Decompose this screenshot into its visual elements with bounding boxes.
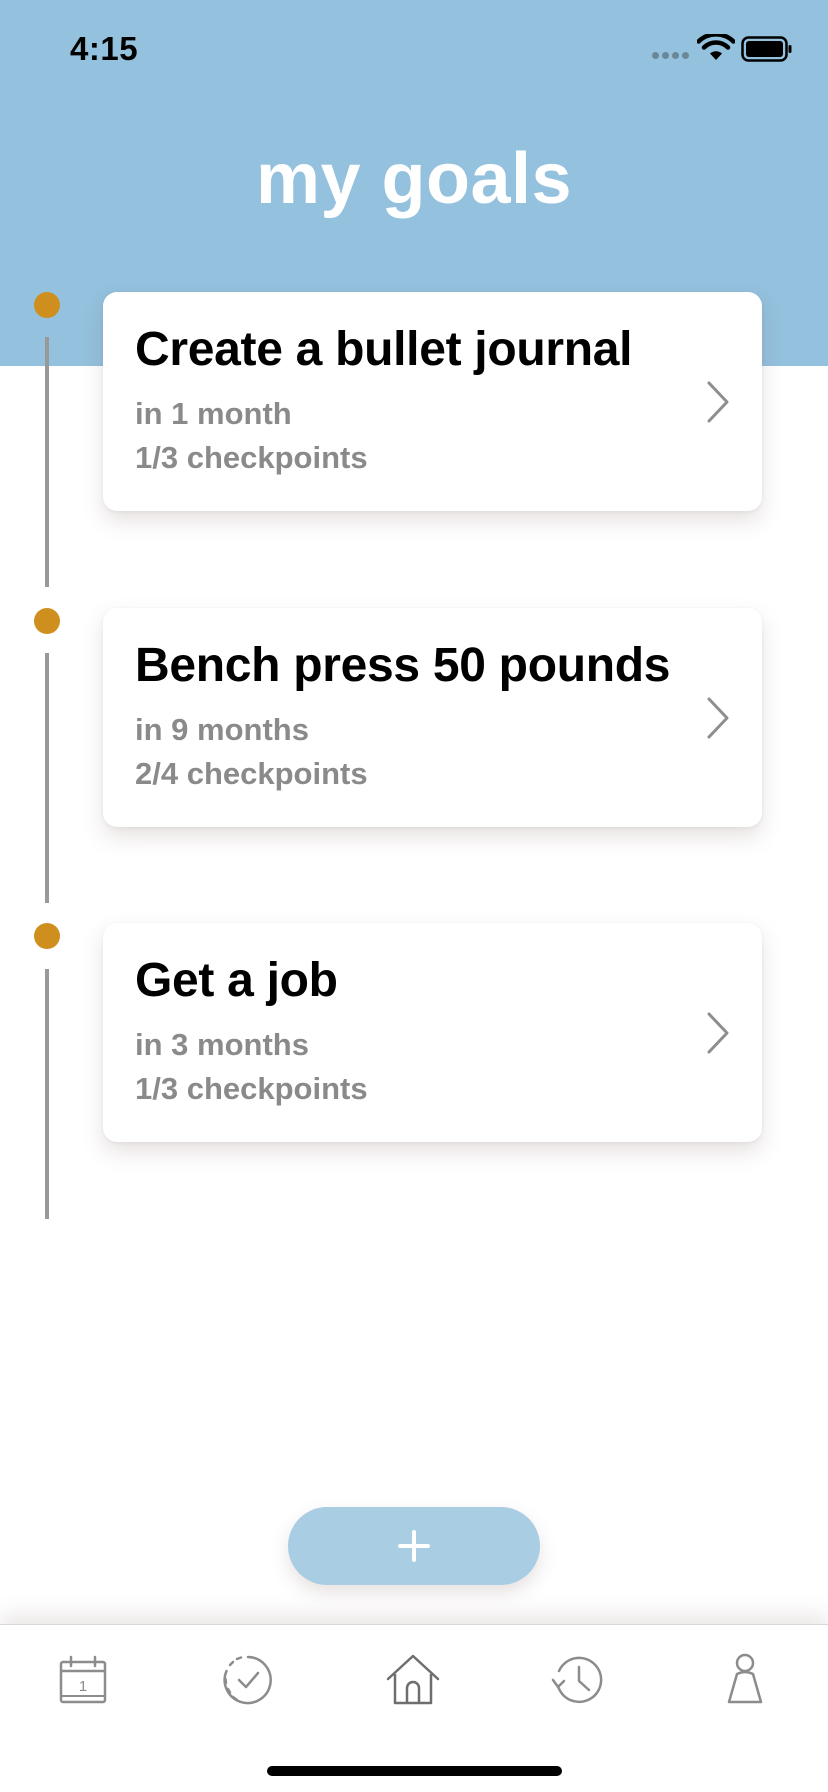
page-title: my goals: [255, 139, 573, 219]
home-icon: [386, 1654, 440, 1705]
goal-title: Create a bullet journal: [135, 323, 633, 376]
tab-home[interactable]: [378, 1645, 448, 1715]
timeline-line: [45, 969, 49, 1219]
goal-timeframe: in 1 month: [135, 396, 292, 431]
goal-card[interactable]: Bench press 50 pounds in 9 months 2/4 ch…: [103, 608, 762, 827]
history-clock-icon: [551, 1656, 603, 1704]
goal-checkpoints: 1/3 checkpoints: [135, 440, 368, 475]
tab-calendar[interactable]: 1: [48, 1645, 118, 1715]
cellular-signal-icon: [652, 52, 689, 60]
checkmark-circle-icon: [223, 1655, 272, 1705]
tab-profile[interactable]: [710, 1645, 780, 1715]
goal-title: Get a job: [135, 954, 338, 1007]
chevron-right-icon[interactable]: [706, 696, 730, 740]
goal-timeframe: in 9 months: [135, 712, 309, 747]
goal-card[interactable]: Get a job in 3 months 1/3 checkpoints: [103, 923, 762, 1142]
add-goal-button[interactable]: [288, 1507, 540, 1585]
plus-icon: [398, 1530, 430, 1562]
status-bar: 4:15: [0, 0, 828, 100]
wifi-icon: [697, 34, 735, 60]
timeline-line: [45, 653, 49, 903]
chevron-right-icon[interactable]: [706, 380, 730, 424]
timeline-dot: [34, 292, 60, 318]
home-indicator: [267, 1766, 562, 1776]
battery-icon: [741, 36, 792, 62]
timeline-dot: [34, 923, 60, 949]
calendar-icon: 1: [59, 1655, 107, 1704]
calendar-day-label: 1: [79, 1678, 87, 1695]
timeline-dot: [34, 608, 60, 634]
goal-checkpoints: 2/4 checkpoints: [135, 756, 368, 791]
timeline-line: [45, 337, 49, 587]
tab-checkpoints[interactable]: [213, 1645, 283, 1715]
goal-title: Bench press 50 pounds: [135, 639, 671, 692]
tab-history[interactable]: [543, 1645, 613, 1715]
goal-timeframe: in 3 months: [135, 1027, 309, 1062]
goal-card[interactable]: Create a bullet journal in 1 month 1/3 c…: [103, 292, 762, 511]
status-time: 4:15: [70, 30, 139, 67]
profile-icon: [727, 1653, 763, 1704]
chevron-right-icon[interactable]: [706, 1011, 730, 1055]
goal-checkpoints: 1/3 checkpoints: [135, 1071, 368, 1106]
